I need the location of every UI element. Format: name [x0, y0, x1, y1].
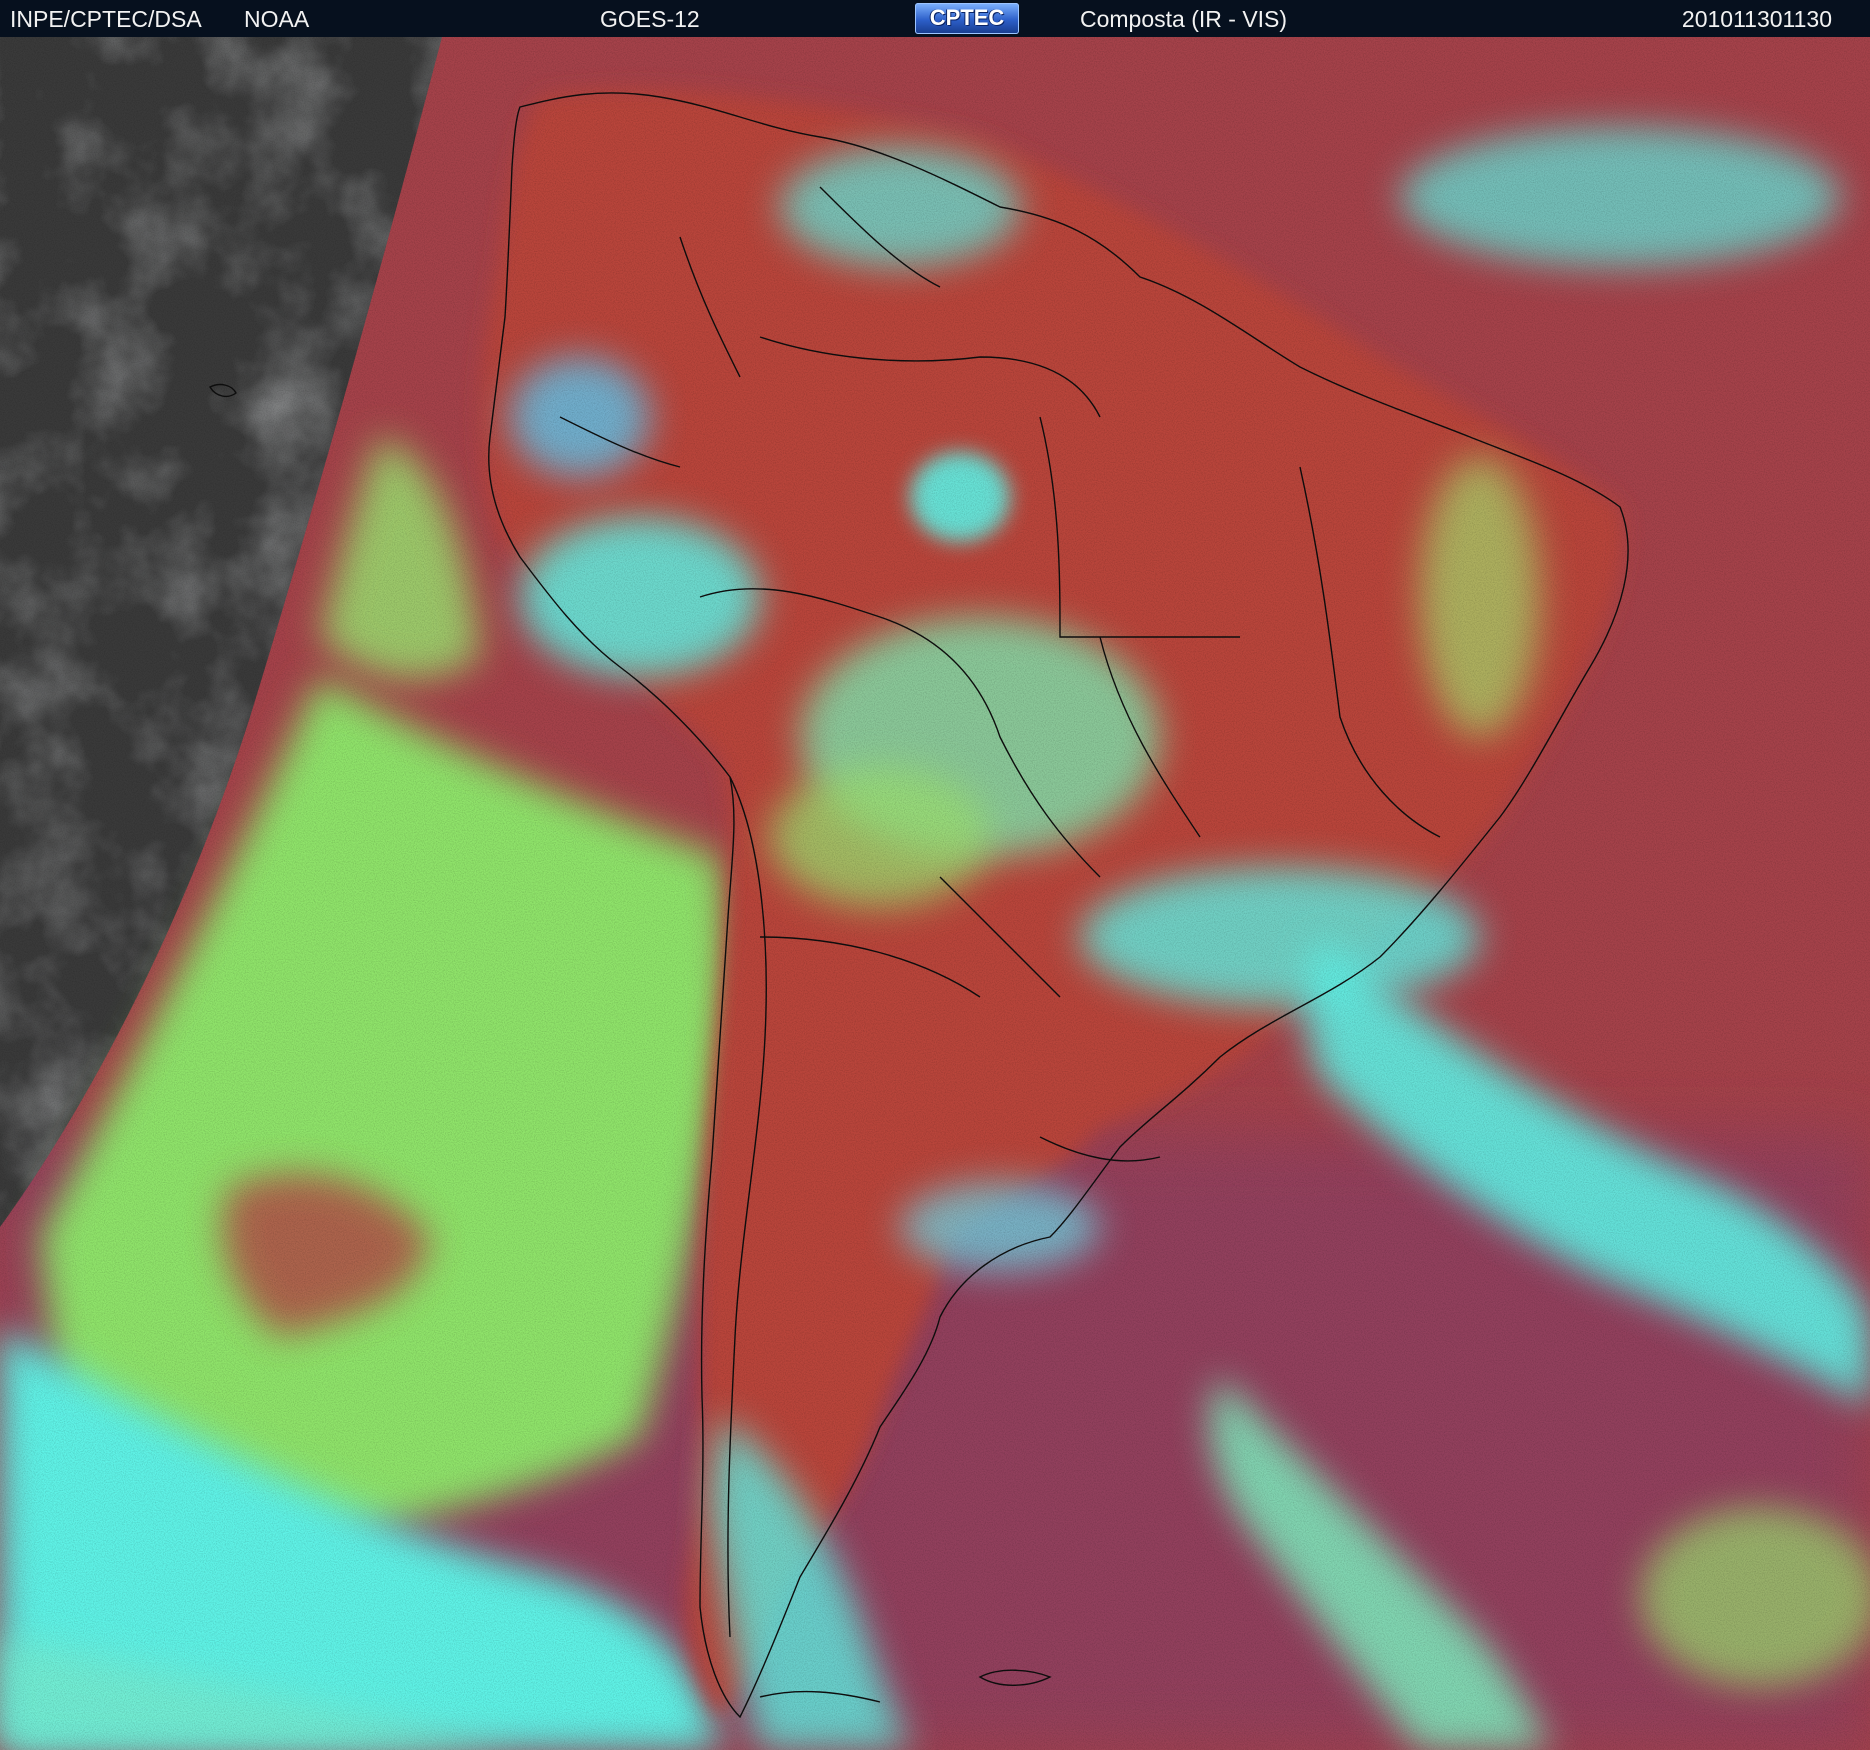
cptec-logo: CPTEC: [915, 3, 1019, 34]
satellite-image: [0, 37, 1870, 1750]
organization-label: INPE/CPTEC/DSA: [10, 6, 202, 32]
product-label: Composta (IR - VIS): [1080, 6, 1288, 32]
satellite-label: GOES-12: [600, 6, 700, 32]
agency-label: NOAA: [244, 6, 310, 32]
timestamp-label: 201011301130: [1681, 6, 1832, 32]
image-header: INPE/CPTEC/DSA NOAA GOES-12 CPTEC Compos…: [0, 0, 1870, 37]
logo-text: CPTEC: [929, 5, 1005, 30]
speckle-texture: [0, 37, 1870, 1750]
satellite-composite-map: [0, 37, 1870, 1750]
